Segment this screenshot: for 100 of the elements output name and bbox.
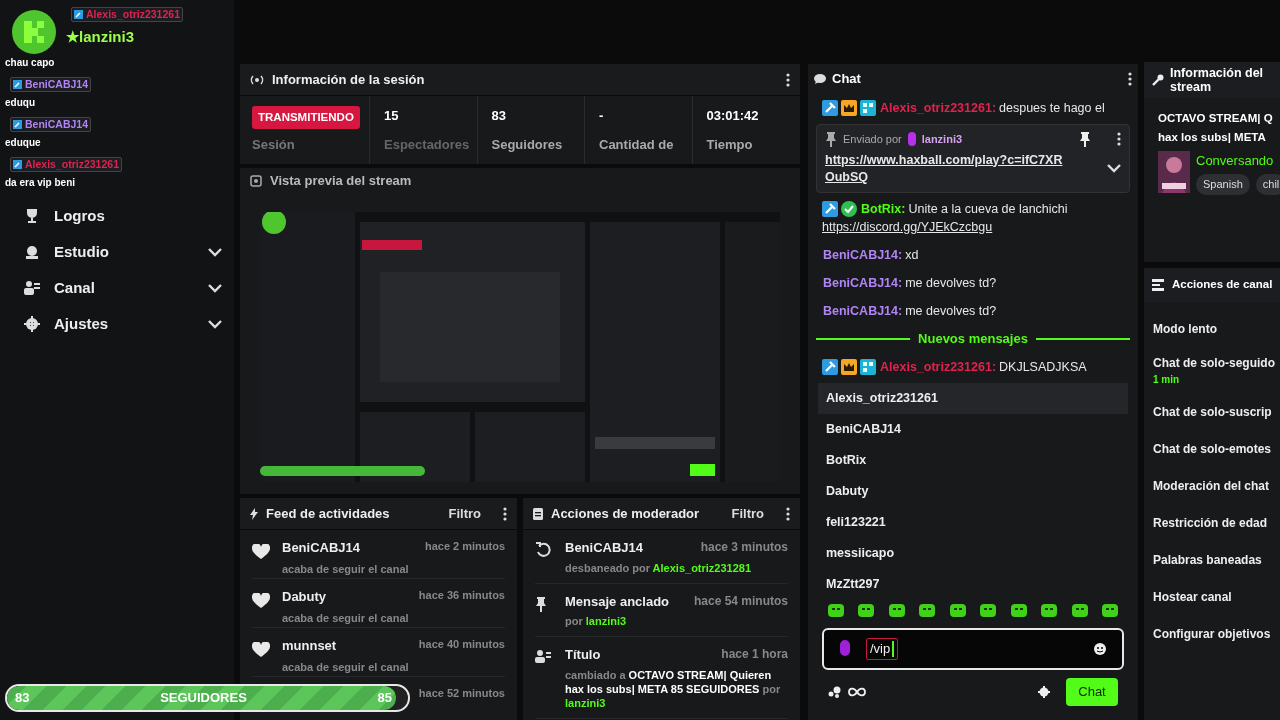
- mention-suggestion[interactable]: feli123221: [818, 506, 1128, 538]
- username-badge: Alexis_otriz231261: [10, 157, 122, 172]
- send-chat-button[interactable]: Chat: [1066, 677, 1118, 706]
- filter-button[interactable]: Filtro: [448, 503, 481, 524]
- mention-suggestion[interactable]: MzZtt297: [818, 568, 1128, 600]
- emote-icon[interactable]: [1010, 603, 1027, 618]
- chat-username[interactable]: Alexis_otriz231261:: [880, 357, 997, 376]
- more-icon[interactable]: [503, 506, 507, 521]
- more-icon[interactable]: [1128, 72, 1132, 86]
- emote-icon[interactable]: [1071, 603, 1088, 618]
- channel-action[interactable]: Hostear canal: [1153, 587, 1271, 606]
- category-link[interactable]: Conversando: [1196, 150, 1280, 170]
- username: BeniCABJ14: [282, 539, 361, 557]
- status-badge: TRANSMITIENDO: [252, 105, 360, 129]
- panel-title: Información de la sesión: [272, 70, 426, 89]
- stat-value: 03:01:42: [706, 106, 760, 125]
- chat-username[interactable]: BotRix:: [861, 199, 906, 218]
- mention-suggestion[interactable]: BotRix: [818, 444, 1128, 476]
- emote-icon[interactable]: [980, 603, 997, 618]
- mention-suggestion[interactable]: Dabuty: [818, 475, 1128, 507]
- pinned-username: lanzini3: [921, 132, 964, 147]
- chat-link[interactable]: https://discord.gg/YJEkCzcbgu: [822, 217, 1124, 236]
- broadcast-icon: [250, 74, 264, 85]
- tag[interactable]: Spanish: [1196, 174, 1250, 195]
- settings-icon: [24, 316, 40, 332]
- stream-title: OCTAVO STREAM| Q: [1158, 111, 1273, 126]
- chevron-down-icon[interactable]: [1107, 164, 1121, 173]
- username: munnset: [282, 637, 337, 655]
- sidebar-item[interactable]: Logros: [0, 198, 234, 234]
- action-text: cambiado a OCTAVO STREAM| Quieren hax los subs| META 85 SEGUIDORES por lanzini3: [565, 667, 782, 710]
- sidebar-item[interactable]: Ajustes: [0, 306, 234, 342]
- mention-suggestion[interactable]: BeniCABJ14: [818, 413, 1128, 445]
- stat-value: 15: [384, 106, 400, 125]
- more-icon[interactable]: [1117, 132, 1121, 147]
- channel-action[interactable]: Chat de solo-emotes: [1153, 439, 1271, 458]
- sidebar-item[interactable]: Canal: [0, 270, 234, 306]
- filter-button[interactable]: Filtro: [731, 503, 764, 524]
- stat-label: Tiempo: [706, 136, 754, 154]
- message-text: xd: [905, 246, 919, 264]
- unpin-icon[interactable]: [1079, 131, 1091, 148]
- message-text: Unite a la cueva de lanchichi: [908, 200, 1068, 218]
- person-card-icon: [535, 649, 551, 663]
- dots-icon[interactable]: [828, 685, 842, 698]
- username-badge: BeniCABJ14: [10, 117, 92, 132]
- emoji-icon[interactable]: [1094, 642, 1106, 655]
- activity-text: acaba de seguir el canal: [282, 561, 410, 577]
- emote-icon[interactable]: [949, 603, 966, 618]
- username-badge: BeniCABJ14: [10, 77, 92, 92]
- panel-title: Acciones de moderador: [551, 504, 701, 523]
- camera-icon: [250, 175, 262, 187]
- goal-end-value: 85: [377, 689, 392, 708]
- chat-message: da era vip beni: [5, 176, 76, 190]
- emote-icon[interactable]: [858, 603, 875, 618]
- channel-action[interactable]: Palabras baneadas: [1153, 550, 1271, 569]
- message-text: me devolves td?: [905, 274, 997, 292]
- timestamp: hace 3 minutos: [700, 539, 788, 556]
- pinned-link[interactable]: https://www.haxball.com/play?c=ifC7XROubSQ: [825, 151, 1107, 186]
- more-icon[interactable]: [786, 72, 790, 87]
- chat-username[interactable]: BeniCABJ14:: [823, 301, 903, 320]
- settings-icon[interactable]: [1038, 685, 1050, 698]
- message-text: DKJLSADJKSA: [999, 358, 1087, 376]
- new-messages-divider: Nuevos mensajes: [918, 329, 1028, 348]
- goal-label: SEGUIDORES: [160, 689, 247, 708]
- emote-icon[interactable]: [1041, 603, 1058, 618]
- chat-message: eduque: [5, 136, 41, 150]
- message-text: me devolves td?: [905, 302, 997, 320]
- heart-icon: [252, 593, 270, 609]
- pin-icon: [825, 131, 837, 148]
- mic-icon: [907, 132, 916, 147]
- emote-icon[interactable]: [1101, 603, 1118, 618]
- username-badge: Alexis_otriz231261: [71, 7, 183, 22]
- channel-action[interactable]: Moderación del chat: [1153, 476, 1271, 495]
- pinned-label: Enviado por: [843, 132, 902, 147]
- stream-title: hax los subs| META: [1158, 130, 1266, 146]
- chat-username[interactable]: BeniCABJ14:: [823, 245, 903, 264]
- chat-input[interactable]: /vip: [822, 627, 1124, 670]
- sidebar-item[interactable]: Estudio: [0, 234, 234, 270]
- hammer-badge-icon: [13, 80, 22, 89]
- activity-text: acaba de seguir el canal: [282, 659, 410, 675]
- emote-icon[interactable]: [828, 603, 844, 618]
- hammer-badge-icon: [74, 10, 83, 19]
- emote-icon[interactable]: [888, 603, 905, 618]
- message-text: despues te hago el: [999, 100, 1105, 117]
- panel-title: Feed de actividades: [266, 504, 391, 523]
- chat-username[interactable]: BeniCABJ14:: [823, 273, 903, 292]
- more-icon[interactable]: [786, 506, 790, 521]
- chat-message: eduqu: [5, 96, 35, 110]
- action-detail: 1 min: [1153, 372, 1181, 387]
- channel-action[interactable]: Modo lento: [1153, 319, 1271, 338]
- tag[interactable]: chil: [1255, 174, 1280, 195]
- emote-icon[interactable]: [919, 603, 936, 618]
- channel-action[interactable]: Configurar objetivos: [1153, 624, 1271, 643]
- webcam-icon: [24, 244, 40, 260]
- stat-value: 83: [491, 106, 507, 125]
- mention-suggestion[interactable]: Alexis_otriz231261: [818, 382, 1128, 414]
- infinity-icon: [848, 686, 866, 697]
- channel-action[interactable]: Chat de solo-suscrip: [1153, 402, 1271, 421]
- channel-action[interactable]: Restricción de edad: [1153, 513, 1271, 532]
- mention-suggestion[interactable]: messiicapo: [818, 537, 1128, 569]
- chat-username[interactable]: Alexis_otriz231261:: [880, 99, 997, 117]
